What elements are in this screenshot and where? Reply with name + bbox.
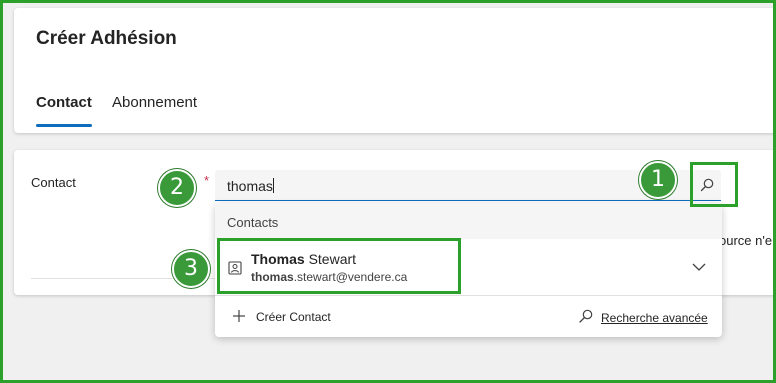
annotation-badge-2: 2 xyxy=(158,169,196,207)
highlight-search-button xyxy=(690,162,738,207)
annotation-badge-3: 3 xyxy=(172,250,210,288)
tab-abonnement[interactable]: Abonnement xyxy=(112,94,197,111)
chevron-down-icon[interactable] xyxy=(691,259,707,275)
search-input-value: thomas xyxy=(227,178,274,194)
dropdown-section-header: Contacts xyxy=(215,203,722,239)
advanced-search-link[interactable]: Recherche avancée xyxy=(601,311,708,325)
highlight-contact-result xyxy=(217,238,461,294)
dropdown-footer: Créer Contact Recherche avancée xyxy=(215,295,722,337)
contacts-section-label: Contacts xyxy=(227,215,279,230)
create-contact-button[interactable]: Créer Contact xyxy=(256,310,331,324)
required-marker: * xyxy=(204,173,210,188)
clipped-field-text: ource n'e xyxy=(719,233,773,248)
header-card: Créer Adhésion Contact Abonnement xyxy=(14,8,776,133)
active-tab-indicator xyxy=(36,124,92,127)
advanced-search-icon xyxy=(579,309,593,323)
contact-field-label: Contact xyxy=(31,175,76,190)
page-title: Créer Adhésion xyxy=(36,28,177,49)
plus-icon xyxy=(233,310,245,322)
tab-contact[interactable]: Contact xyxy=(36,94,92,111)
annotation-badge-1: 1 xyxy=(639,161,677,199)
